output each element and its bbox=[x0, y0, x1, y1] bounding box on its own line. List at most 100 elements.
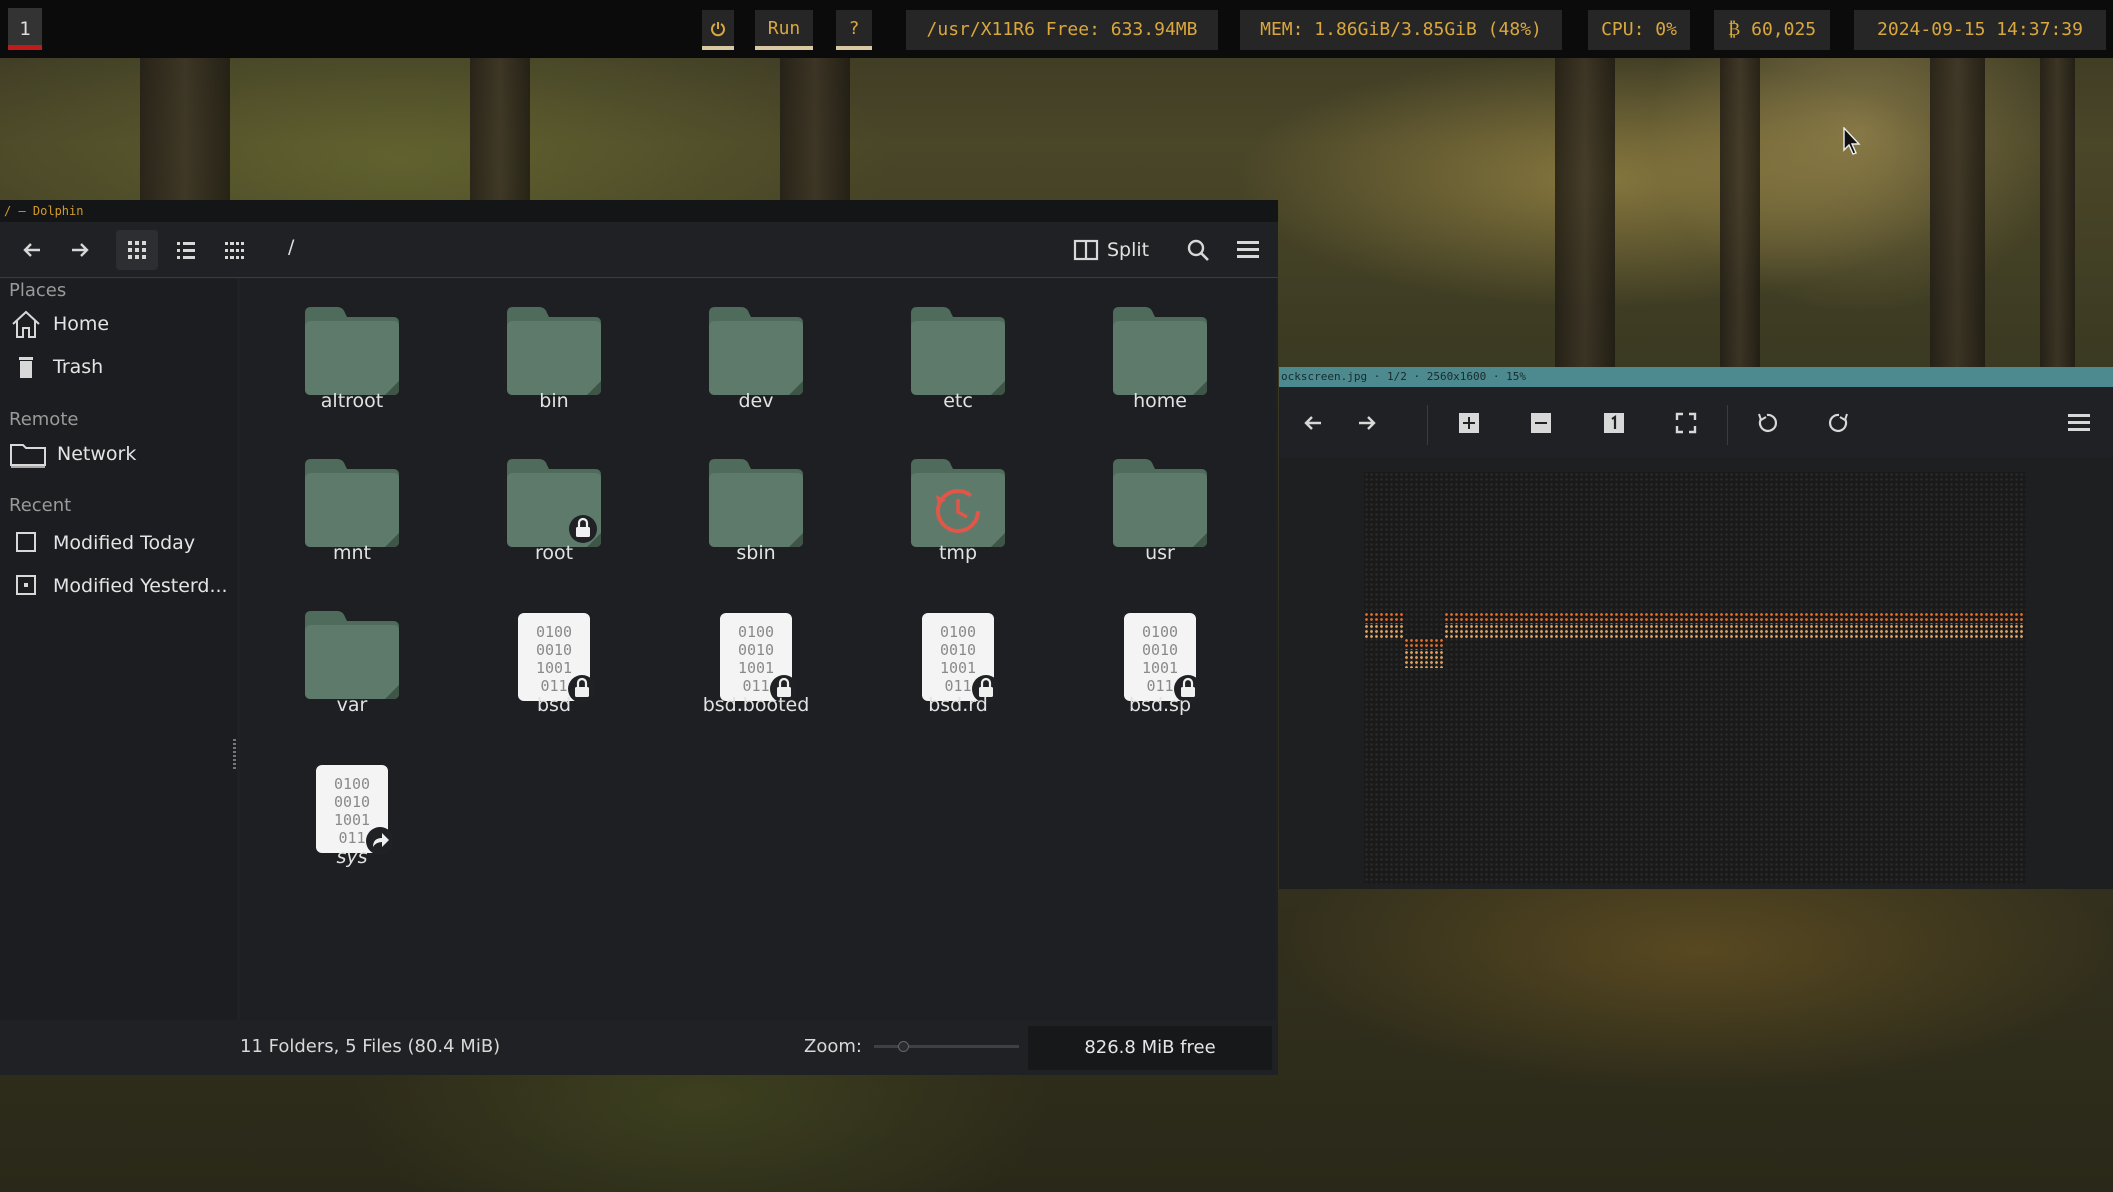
zoom-slider[interactable] bbox=[874, 1041, 1019, 1052]
actual-size-button[interactable] bbox=[1594, 403, 1634, 443]
rotate-left-icon bbox=[1758, 413, 1778, 432]
viewer-toolbar bbox=[1279, 387, 2113, 457]
image-pixel-band bbox=[1364, 624, 1404, 638]
location-breadcrumb[interactable]: / bbox=[288, 236, 294, 258]
svg-text:0010: 0010 bbox=[940, 641, 976, 659]
image-canvas[interactable] bbox=[1364, 472, 2026, 884]
next-image-button[interactable] bbox=[1347, 403, 1387, 443]
icons-view-button[interactable] bbox=[116, 230, 158, 270]
sidebar-item-modified-today[interactable]: Modified Today bbox=[9, 525, 231, 561]
sidebar-item-home[interactable]: Home bbox=[9, 306, 231, 342]
arrow-right-icon bbox=[1359, 416, 1376, 430]
folder-item-usr[interactable]: usr bbox=[1070, 449, 1250, 589]
zoom-in-button[interactable] bbox=[1449, 403, 1489, 443]
power-button[interactable] bbox=[702, 10, 734, 50]
list-icon bbox=[177, 242, 195, 259]
image-pixel-band bbox=[1404, 638, 1444, 650]
image-pixel-band bbox=[1364, 612, 1404, 624]
svg-text:1001: 1001 bbox=[940, 659, 976, 677]
details-view-button[interactable] bbox=[168, 232, 204, 268]
folder-item-bin[interactable]: bin bbox=[464, 297, 644, 437]
file-item-sys[interactable]: 0100 0010 1001 011 sys bbox=[262, 753, 442, 893]
sidebar-item-trash[interactable]: Trash bbox=[9, 349, 231, 385]
item-label: etc bbox=[943, 390, 973, 412]
compact-view-button[interactable] bbox=[216, 232, 252, 268]
folder-icon bbox=[303, 457, 401, 553]
panel-resize-handle[interactable] bbox=[233, 739, 236, 769]
previous-image-button[interactable] bbox=[1293, 403, 1333, 443]
rotate-left-button[interactable] bbox=[1747, 403, 1787, 443]
zoom-slider-handle[interactable] bbox=[898, 1041, 909, 1052]
zoom-out-icon bbox=[1531, 413, 1551, 433]
toolbar-separator bbox=[1427, 405, 1428, 445]
sidebar-item-modified-yesterday[interactable]: Modified Yesterd... bbox=[9, 568, 231, 604]
btc-price-indicator: ₿ 60,025 bbox=[1714, 10, 1830, 50]
status-bar: 11 Folders, 5 Files (80.4 MiB) Zoom: 826… bbox=[0, 1020, 1278, 1075]
fit-to-window-button[interactable] bbox=[1666, 403, 1706, 443]
run-button[interactable]: Run bbox=[755, 10, 813, 50]
grid-icon bbox=[128, 241, 146, 259]
item-label: home bbox=[1133, 390, 1187, 412]
sidebar-item-network[interactable]: Network bbox=[9, 436, 231, 472]
sidebar-item-label: Modified Today bbox=[53, 532, 196, 554]
item-label: tmp bbox=[938, 542, 978, 564]
file-item-bsd-booted[interactable]: 0100 0010 1001 011 bsd.booted bbox=[666, 601, 846, 741]
folder-icon bbox=[909, 305, 1007, 401]
folder-item-home[interactable]: home bbox=[1070, 297, 1250, 437]
viewer-menu-button[interactable] bbox=[2059, 403, 2099, 443]
wallpaper-tree bbox=[780, 58, 850, 203]
split-view-icon bbox=[1073, 239, 1099, 261]
svg-text:0010: 0010 bbox=[334, 793, 370, 811]
folder-item-altroot[interactable]: altroot bbox=[262, 297, 442, 437]
wallpaper-tree bbox=[2040, 58, 2075, 368]
item-label: var bbox=[336, 694, 368, 716]
file-item-bsd[interactable]: 0100 0010 1001 011 bsd bbox=[464, 601, 644, 741]
network-folder-icon bbox=[10, 444, 46, 468]
svg-text:0100: 0100 bbox=[738, 623, 774, 641]
temp-folder-icon bbox=[909, 457, 1007, 553]
file-item-bsd-rd[interactable]: 0100 0010 1001 011 bsd.rd bbox=[868, 601, 1048, 741]
memory-indicator: MEM: 1.86GiB/3.85GiB (48%) bbox=[1240, 10, 1562, 50]
folder-icon bbox=[303, 305, 401, 401]
image-viewer-window: ockscreen.jpg · 1/2 · 2560x1600 · 15% bbox=[1279, 367, 2113, 889]
free-space-indicator[interactable]: 826.8 MiB free bbox=[1028, 1026, 1272, 1070]
remote-header: Remote bbox=[9, 409, 79, 430]
svg-text:011: 011 bbox=[540, 677, 567, 695]
folder-item-sbin[interactable]: sbin bbox=[666, 449, 846, 589]
rotate-right-button[interactable] bbox=[1819, 403, 1859, 443]
workspace-indicator[interactable]: 1 bbox=[8, 8, 42, 50]
svg-text:011: 011 bbox=[338, 829, 365, 847]
wallpaper-tree bbox=[1720, 58, 1760, 368]
folder-item-dev[interactable]: dev bbox=[666, 297, 846, 437]
split-button[interactable]: Split bbox=[1073, 234, 1149, 266]
power-icon bbox=[711, 22, 725, 37]
folder-item-root[interactable]: root bbox=[464, 449, 644, 589]
hamburger-menu-button[interactable] bbox=[1230, 232, 1266, 268]
file-view[interactable]: altroot bin dev etc home mnt root sbin t… bbox=[240, 279, 1276, 1020]
folder-item-tmp[interactable]: tmp bbox=[868, 449, 1048, 589]
help-button[interactable]: ? bbox=[836, 10, 872, 50]
zoom-out-button[interactable] bbox=[1521, 403, 1561, 443]
sidebar-item-label: Home bbox=[53, 313, 110, 335]
file-item-bsd-sp[interactable]: 0100 0010 1001 011 bsd.sp bbox=[1070, 601, 1250, 741]
forward-button[interactable] bbox=[62, 232, 98, 268]
search-icon bbox=[1187, 239, 1209, 261]
svg-text:1001: 1001 bbox=[536, 659, 572, 677]
folder-icon bbox=[707, 305, 805, 401]
item-label: usr bbox=[1145, 542, 1175, 564]
item-label: mnt bbox=[333, 542, 371, 564]
folder-item-var[interactable]: var bbox=[262, 601, 442, 741]
search-button[interactable] bbox=[1180, 232, 1216, 268]
folder-item-mnt[interactable]: mnt bbox=[262, 449, 442, 589]
dolphin-title-bar[interactable]: / — Dolphin bbox=[0, 200, 1278, 222]
disk-free-indicator: /usr/X11R6 Free: 633.94MB bbox=[906, 10, 1218, 50]
dolphin-window: / — Dolphin / Split Places Home Trash Re… bbox=[0, 200, 1278, 1075]
places-header: Places bbox=[9, 280, 67, 301]
item-label: sbin bbox=[736, 542, 776, 564]
back-button[interactable] bbox=[14, 232, 50, 268]
svg-text:1001: 1001 bbox=[1142, 659, 1178, 677]
folder-item-etc[interactable]: etc bbox=[868, 297, 1048, 437]
viewer-title-bar[interactable]: ockscreen.jpg · 1/2 · 2560x1600 · 15% bbox=[1279, 367, 2113, 387]
item-label: sys bbox=[336, 846, 368, 868]
svg-text:1001: 1001 bbox=[334, 811, 370, 829]
